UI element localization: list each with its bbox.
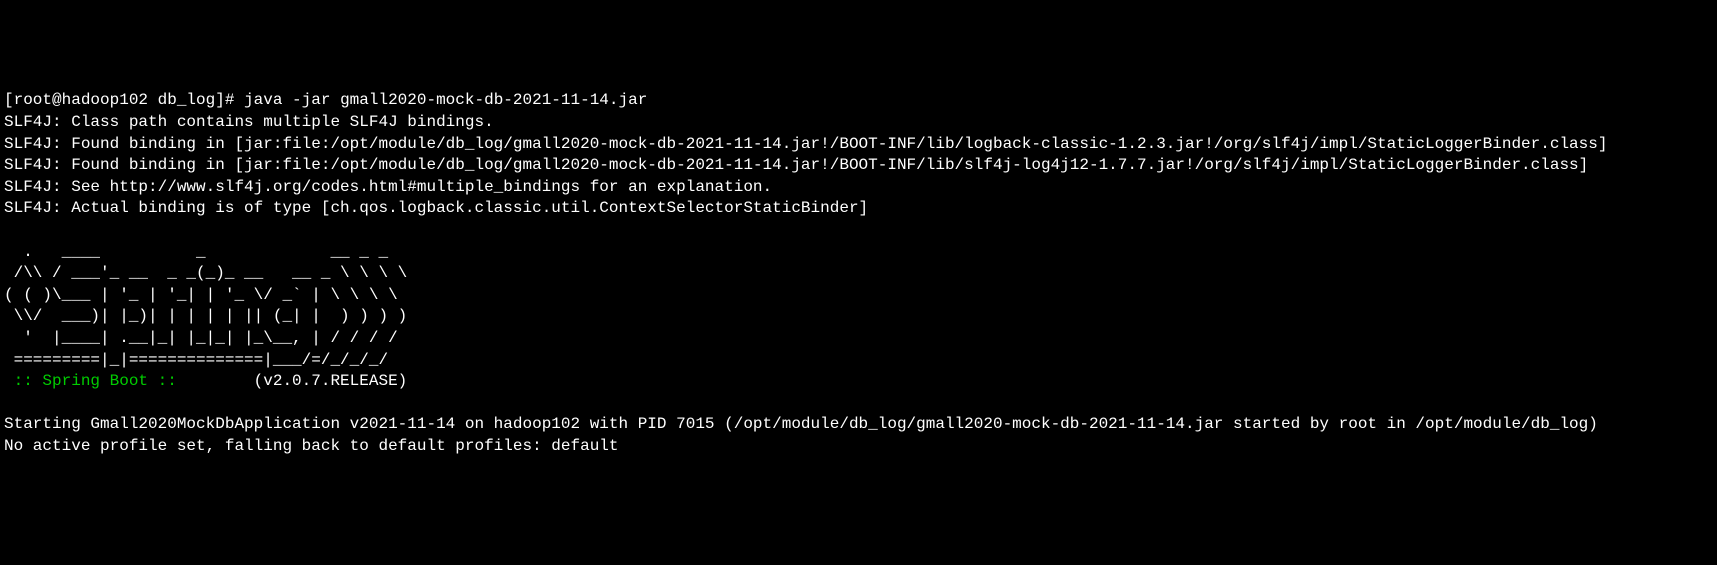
terminal-output[interactable]: [root@hadoop102 db_log]# java -jar gmall… [4, 90, 1717, 457]
log-line: SLF4J: Found binding in [jar:file:/opt/m… [4, 156, 1588, 174]
ascii-art-line: ( ( )\___ | '_ | '_| | '_ \/ _` | \ \ \ … [4, 286, 398, 304]
spring-boot-version: (v2.0.7.RELEASE) [177, 372, 407, 390]
startup-log-line: Starting Gmall2020MockDbApplication v202… [4, 415, 1598, 433]
spring-boot-label: :: Spring Boot :: [4, 372, 177, 390]
log-line: SLF4J: Class path contains multiple SLF4… [4, 113, 494, 131]
ascii-art-line: /\\ / ___'_ __ _ _(_)_ __ __ _ \ \ \ \ [4, 264, 407, 282]
ascii-art-line: =========|_|==============|___/=/_/_/_/ [4, 351, 388, 369]
ascii-art-line: \\/ ___)| |_)| | | | | || (_| | ) ) ) ) [4, 307, 407, 325]
ascii-art-line: ' |____| .__|_| |_|_| |_\__, | / / / / [4, 329, 398, 347]
ascii-art-line: . ____ _ __ _ _ [4, 243, 388, 261]
startup-log-line: No active profile set, falling back to d… [4, 437, 619, 455]
command-text: java -jar gmall2020-mock-db-2021-11-14.j… [244, 91, 647, 109]
log-line: SLF4J: See http://www.slf4j.org/codes.ht… [4, 178, 772, 196]
log-line: SLF4J: Actual binding is of type [ch.qos… [4, 199, 868, 217]
shell-prompt: [root@hadoop102 db_log]# [4, 91, 244, 109]
log-line: SLF4J: Found binding in [jar:file:/opt/m… [4, 135, 1607, 153]
